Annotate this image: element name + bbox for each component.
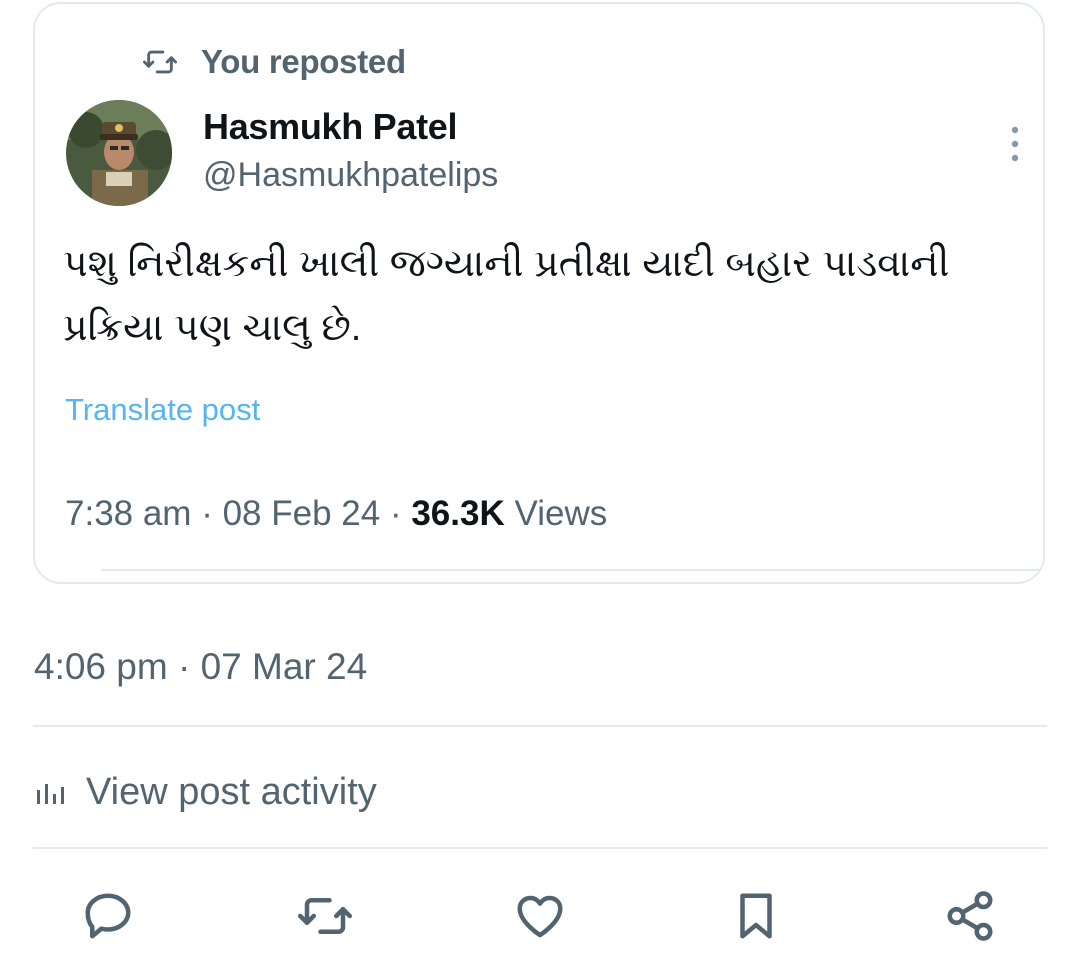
quoted-post-card[interactable]: You reposted Hasmukh Patel @Hasmukhpatel… <box>33 2 1045 584</box>
meta-separator: · <box>389 494 402 533</box>
divider <box>33 725 1047 727</box>
divider <box>33 847 1047 849</box>
bookmark-icon <box>740 893 772 939</box>
view-post-activity-button[interactable]: View post activity <box>34 762 377 822</box>
repost-timestamp: 4:06 pm · 07 Mar 24 <box>34 646 367 688</box>
repost-icon <box>143 50 177 74</box>
author-name[interactable]: Hasmukh Patel <box>203 106 458 148</box>
translate-post-link[interactable]: Translate post <box>65 392 260 428</box>
share-button[interactable] <box>940 886 1000 946</box>
view-post-activity-label: View post activity <box>86 770 377 813</box>
post-time: 7:38 am <box>65 494 192 533</box>
author-handle[interactable]: @Hasmukhpatelips <box>203 156 498 195</box>
reply-button[interactable] <box>78 886 138 946</box>
post-date: 08 Feb 24 <box>222 494 381 533</box>
post-text: પશુ નિરીક્ષકની ખાલી જગ્યાની પ્રતીક્ષા યા… <box>63 243 950 349</box>
more-options-icon[interactable] <box>1003 122 1027 166</box>
share-icon <box>947 891 993 941</box>
like-button[interactable] <box>510 886 570 946</box>
heart-icon <box>517 895 563 938</box>
repost-indicator: You reposted <box>143 40 406 84</box>
bookmark-button[interactable] <box>726 886 786 946</box>
reply-icon <box>85 893 131 939</box>
repost-icon <box>298 898 352 934</box>
repost-time: 4:06 pm <box>34 646 168 687</box>
repost-button[interactable] <box>295 886 355 946</box>
post-meta: 7:38 am · 08 Feb 24 · 36.3K Views <box>65 494 607 534</box>
views-count: 36.3K <box>411 494 505 533</box>
views-label: Views <box>514 494 608 533</box>
avatar[interactable] <box>66 100 172 206</box>
avatar-photo <box>66 100 172 206</box>
meta-separator: · <box>201 494 213 533</box>
analytics-icon <box>37 784 64 804</box>
repost-label: You reposted <box>201 43 406 80</box>
timestamp-separator: · <box>177 646 191 687</box>
repost-date: 07 Mar 24 <box>200 646 368 687</box>
card-divider <box>101 569 1041 571</box>
